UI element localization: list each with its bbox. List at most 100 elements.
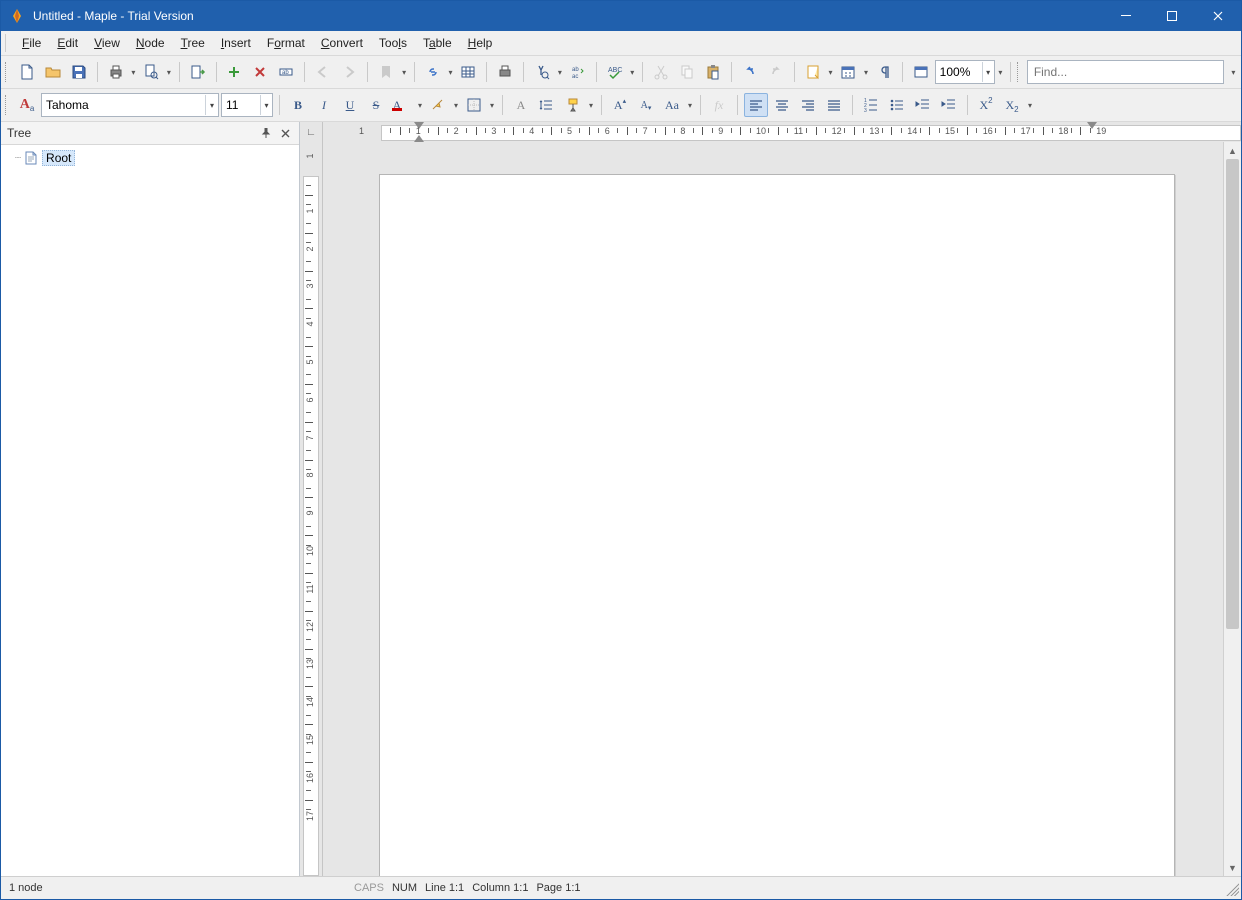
align-center-button[interactable]: [770, 93, 794, 117]
align-left-button[interactable]: [744, 93, 768, 117]
italic-button[interactable]: I: [312, 93, 336, 117]
undo-button[interactable]: [738, 60, 762, 84]
pilcrow-button[interactable]: [872, 60, 896, 84]
shrink-font-button[interactable]: A▾: [634, 93, 658, 117]
align-right-button[interactable]: [796, 93, 820, 117]
paste-button[interactable]: [701, 60, 725, 84]
font-color-button[interactable]: A: [390, 93, 414, 117]
note-dropdown[interactable]: ▾: [827, 61, 834, 83]
scroll-thumb[interactable]: [1226, 159, 1239, 629]
underline-button[interactable]: U: [338, 93, 362, 117]
cut-button[interactable]: [649, 60, 673, 84]
font-size-input[interactable]: [222, 96, 260, 114]
menu-view[interactable]: View: [86, 33, 128, 53]
vertical-scrollbar[interactable]: ▲ ▼: [1223, 142, 1241, 876]
grow-font-button[interactable]: A▴: [608, 93, 632, 117]
menu-convert[interactable]: Convert: [313, 33, 371, 53]
numbered-list-button[interactable]: 123: [859, 93, 883, 117]
table-button[interactable]: [456, 60, 480, 84]
border-button[interactable]: [462, 93, 486, 117]
scroll-down-button[interactable]: ▼: [1224, 859, 1241, 876]
menu-tree[interactable]: Tree: [173, 33, 213, 53]
titlebar[interactable]: Untitled - Maple - Trial Version: [1, 1, 1241, 31]
painter-dropdown[interactable]: ▾: [587, 94, 595, 116]
font-name-dropdown[interactable]: ▾: [205, 95, 218, 115]
font-size-dropdown[interactable]: ▾: [260, 95, 272, 115]
horizontal-ruler[interactable]: ∟ 112345678910111213141516171819: [300, 122, 1241, 142]
nav-back-button[interactable]: [311, 60, 335, 84]
tree-node-label[interactable]: Root: [42, 150, 75, 166]
print-preview-button[interactable]: [139, 60, 163, 84]
font-name-combo[interactable]: ▾: [41, 93, 219, 117]
link-button[interactable]: [421, 60, 445, 84]
highlight-dropdown[interactable]: ▾: [452, 94, 460, 116]
tree-root-node[interactable]: ┈ Root: [15, 149, 299, 167]
bookmark-dropdown[interactable]: ▾: [400, 61, 407, 83]
zoom-input[interactable]: [936, 63, 982, 81]
replace-button[interactable]: abac: [566, 60, 590, 84]
highlight-button[interactable]: [426, 93, 450, 117]
nav-forward-button[interactable]: [337, 60, 361, 84]
calendar-dropdown[interactable]: ▾: [862, 61, 869, 83]
find-button[interactable]: [530, 60, 554, 84]
bookmark-button[interactable]: [374, 60, 398, 84]
scroll-up-button[interactable]: ▲: [1224, 142, 1241, 159]
menu-format[interactable]: Format: [259, 33, 313, 53]
maximize-button[interactable]: [1149, 1, 1195, 31]
menu-help[interactable]: Help: [460, 33, 501, 53]
preview-dropdown[interactable]: ▾: [165, 61, 172, 83]
minimize-button[interactable]: [1103, 1, 1149, 31]
page[interactable]: [379, 174, 1175, 876]
zoom-combo[interactable]: ▾: [935, 60, 995, 84]
export-button[interactable]: [186, 60, 210, 84]
new-button[interactable]: [15, 60, 39, 84]
note-button[interactable]: [801, 60, 825, 84]
zoom-split-dropdown[interactable]: ▾: [997, 61, 1004, 83]
menu-table[interactable]: Table: [415, 33, 460, 53]
pin-icon[interactable]: [258, 125, 274, 141]
delete-node-button[interactable]: [248, 60, 272, 84]
spellcheck-button[interactable]: ABC: [603, 60, 627, 84]
strike-button[interactable]: S: [364, 93, 388, 117]
case-dropdown[interactable]: ▾: [686, 94, 694, 116]
tree-body[interactable]: ┈ Root: [1, 145, 299, 876]
calendar-button[interactable]: [836, 60, 860, 84]
find-dropdown[interactable]: ▾: [556, 61, 563, 83]
font-color-dropdown[interactable]: ▾: [416, 94, 424, 116]
bold-button[interactable]: B: [286, 93, 310, 117]
bullet-list-button[interactable]: [885, 93, 909, 117]
line-spacing-button[interactable]: [535, 93, 559, 117]
redo-button[interactable]: [764, 60, 788, 84]
scroll-track[interactable]: [1224, 159, 1241, 859]
clear-format-button[interactable]: A: [509, 93, 533, 117]
open-button[interactable]: [41, 60, 65, 84]
find-input[interactable]: [1027, 60, 1224, 84]
indent-button[interactable]: [937, 93, 961, 117]
change-case-button[interactable]: Aa: [660, 93, 684, 117]
close-button[interactable]: [1195, 1, 1241, 31]
print-dropdown[interactable]: ▾: [130, 61, 137, 83]
menu-tools[interactable]: Tools: [371, 33, 415, 53]
subscript-button[interactable]: X2: [1000, 93, 1024, 117]
script-dropdown[interactable]: ▾: [1026, 94, 1034, 116]
border-dropdown[interactable]: ▾: [488, 94, 496, 116]
align-justify-button[interactable]: [822, 93, 846, 117]
menu-insert[interactable]: Insert: [213, 33, 259, 53]
print-doc-button[interactable]: [493, 60, 517, 84]
ruler-corner[interactable]: ∟: [300, 122, 323, 142]
add-node-button[interactable]: [222, 60, 246, 84]
find-options-dropdown[interactable]: ▾: [1230, 61, 1237, 83]
rename-node-button[interactable]: ab: [274, 60, 298, 84]
spell-dropdown[interactable]: ▾: [629, 61, 636, 83]
zoom-dropdown[interactable]: ▾: [982, 62, 994, 82]
menu-edit[interactable]: Edit: [49, 33, 86, 53]
format-painter-button[interactable]: [561, 93, 585, 117]
save-button[interactable]: [67, 60, 91, 84]
superscript-button[interactable]: X2: [974, 93, 998, 117]
outdent-button[interactable]: [911, 93, 935, 117]
print-button[interactable]: [104, 60, 128, 84]
font-style-icon[interactable]: Aa: [15, 93, 39, 117]
font-name-input[interactable]: [42, 96, 205, 114]
font-size-combo[interactable]: ▾: [221, 93, 273, 117]
document-canvas[interactable]: [323, 142, 1223, 876]
